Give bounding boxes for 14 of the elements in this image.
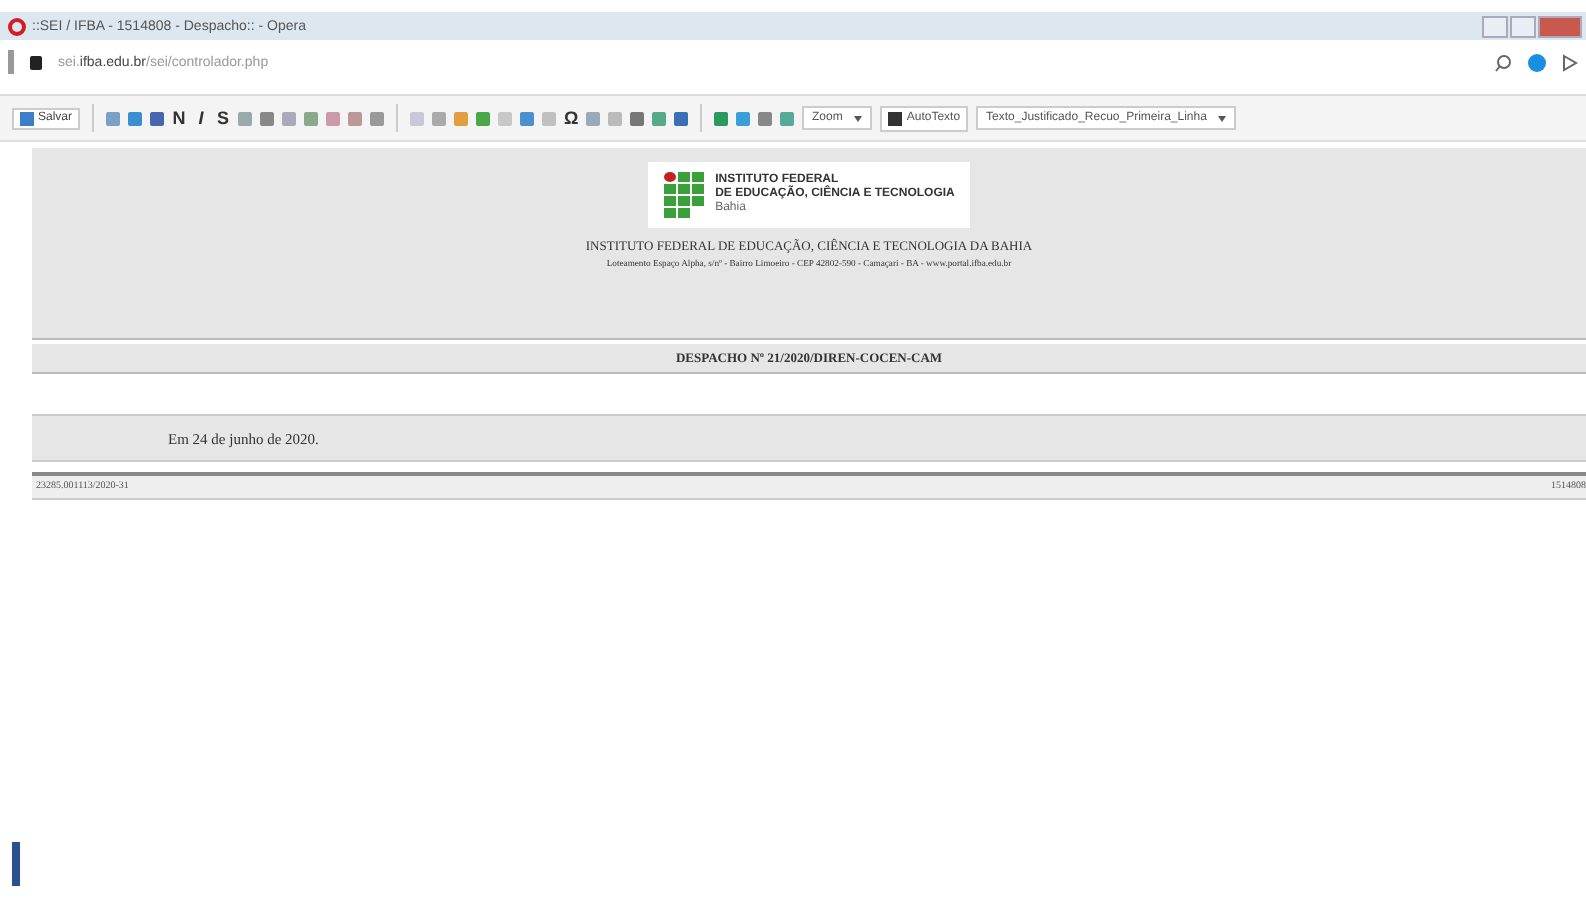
format-button[interactable]: N: [172, 108, 187, 128]
minimize-icon[interactable]: [1482, 15, 1508, 37]
search-icon[interactable]: [1494, 53, 1512, 71]
send-icon[interactable]: [1562, 53, 1578, 71]
format-button[interactable]: Ω: [564, 108, 579, 128]
maximize-icon[interactable]: [1510, 15, 1536, 37]
format-button[interactable]: I: [194, 108, 209, 128]
caret-icon: [854, 115, 863, 121]
opera-logo-icon: [8, 17, 26, 35]
sidebar-handle-icon[interactable]: [8, 50, 14, 74]
window-edge-mark: [12, 842, 20, 886]
close-icon[interactable]: [1538, 15, 1582, 37]
format-button[interactable]: S: [216, 108, 231, 128]
caret-icon: [1218, 115, 1227, 121]
